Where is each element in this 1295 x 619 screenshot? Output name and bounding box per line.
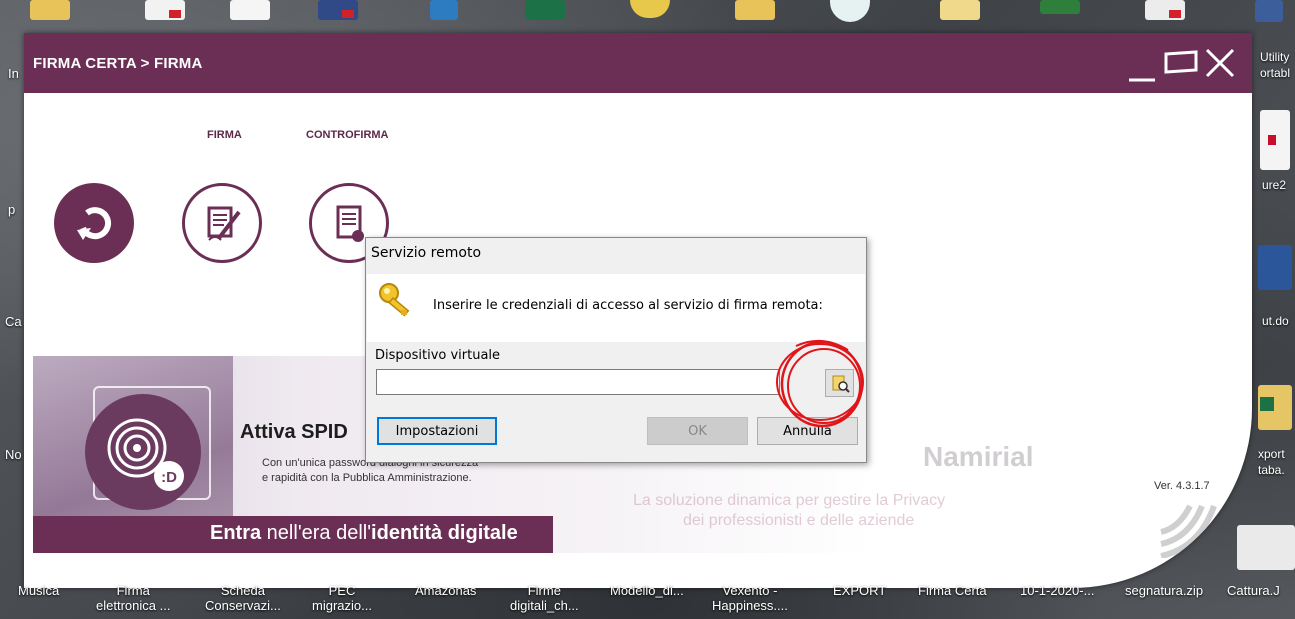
desktop-icon-label[interactable]: segnatura.zip — [1125, 583, 1203, 598]
desktop-excel-icon[interactable] — [1258, 385, 1292, 430]
minimize-icon — [1129, 78, 1155, 82]
desktop-icon-label[interactable]: ut.do — [1262, 314, 1289, 328]
banner-strip-text: Entra nell'era dell'identità digitale — [210, 522, 518, 544]
virtual-device-label: Dispositivo virtuale — [375, 348, 501, 363]
desktop-folder-icon[interactable] — [940, 0, 980, 20]
desktop-window-thumbnail[interactable] — [1237, 525, 1295, 570]
banner-title: Attiva SPID — [240, 421, 348, 443]
annotation-circle — [776, 339, 864, 428]
dialog-title: Servizio remoto — [371, 245, 482, 261]
dialog-message: Inserire le credenziali di accesso al se… — [433, 298, 823, 313]
fingerprint-icon: :D — [107, 418, 184, 491]
desktop-icon-label[interactable]: Firma Certa — [918, 583, 987, 598]
namirial-tagline: La soluzione dinamica per gestire la Pri… — [633, 492, 946, 529]
refresh-icon — [77, 207, 112, 240]
desktop-icon-label[interactable]: Utility — [1260, 50, 1289, 64]
desktop-icon-label[interactable]: taba. — [1258, 463, 1285, 477]
desktop-icon-label[interactable]: Cattura.J — [1227, 583, 1280, 598]
maximize-icon — [1164, 50, 1198, 74]
brand-stripes-icon — [1160, 504, 1217, 558]
sign-document-icon — [207, 206, 241, 241]
settings-button[interactable]: Impostazioni — [377, 417, 497, 445]
sign-button[interactable] — [182, 183, 262, 263]
desktop-icon-label[interactable]: Musica — [18, 583, 59, 598]
desktop-icon-label[interactable]: Modello_di... — [610, 583, 684, 598]
title-bar[interactable]: FIRMA CERTA > FIRMA — [24, 33, 1252, 93]
desktop-pdf-icon[interactable] — [145, 0, 185, 20]
desktop-icon-label[interactable]: ortabl — [1260, 66, 1290, 80]
tab-controfirma[interactable]: CONTROFIRMA — [306, 129, 389, 141]
desktop-pdf-icon[interactable] — [318, 0, 358, 20]
desktop-icon-label[interactable]: 10-1-2020-... — [1020, 583, 1094, 598]
key-icon — [379, 283, 410, 317]
desktop-icon-label[interactable]: Firme digitali_ch... — [510, 583, 579, 613]
desktop-icon-label[interactable]: PEC migrazio... — [312, 583, 372, 613]
desktop-file-icon[interactable] — [430, 0, 458, 20]
namirial-logo: Namirial — [923, 441, 1034, 472]
spid-badge-text: :D — [161, 469, 177, 486]
desktop-icon-label[interactable]: Amazonas — [415, 583, 476, 598]
desktop-app-icon[interactable] — [1255, 0, 1283, 22]
banner-strip: Entra nell'era dell'identità digitale — [33, 516, 553, 553]
desktop-icon-label[interactable]: xport — [1258, 447, 1285, 461]
tab-firma[interactable]: FIRMA — [207, 129, 242, 141]
desktop-icon-label[interactable]: Vexento - Happiness.... — [712, 583, 788, 613]
close-button[interactable] — [1204, 47, 1236, 84]
desktop-icon-label[interactable]: Ca — [5, 314, 22, 329]
spid-badge: :D — [85, 394, 201, 510]
refresh-button[interactable] — [54, 183, 134, 263]
desktop-word-icon[interactable] — [1258, 245, 1292, 290]
minimize-button[interactable] — [1127, 53, 1157, 88]
version-label: Ver. 4.3.1.7 — [1154, 480, 1210, 492]
desktop-icon-label[interactable]: In — [8, 66, 19, 81]
desktop-folder-icon[interactable] — [30, 0, 70, 20]
desktop-document-icon[interactable] — [1260, 110, 1290, 170]
desktop-document-icon[interactable] — [230, 0, 270, 20]
desktop-bottom-labels: Musica Firma elettronica ... Scheda Conser… — [0, 583, 1295, 619]
desktop-pdf-icon[interactable] — [1145, 0, 1185, 20]
desktop-icon-label[interactable]: EXPORT — [833, 583, 886, 598]
close-icon — [1205, 48, 1235, 78]
maximize-button[interactable] — [1163, 48, 1199, 83]
desktop-icon-label[interactable]: p — [8, 202, 15, 217]
window-title: FIRMA CERTA > FIRMA — [33, 55, 203, 72]
desktop-folder-icon[interactable] — [735, 0, 775, 20]
desktop-icon-label[interactable]: ure2 — [1262, 178, 1286, 192]
desktop-icon-label[interactable]: Firma elettronica ... — [96, 583, 170, 613]
desktop-app-icon[interactable] — [1040, 0, 1080, 14]
banner-subtitle: e rapidità con la Pubblica Amministrazio… — [262, 472, 472, 484]
desktop-icon-label[interactable]: Scheda Conservazi... — [205, 583, 281, 613]
desktop-icon-label[interactable]: No — [5, 447, 22, 462]
ok-button[interactable]: OK — [647, 417, 748, 445]
virtual-device-field[interactable] — [376, 369, 780, 395]
desktop-excel-icon[interactable] — [525, 0, 565, 20]
